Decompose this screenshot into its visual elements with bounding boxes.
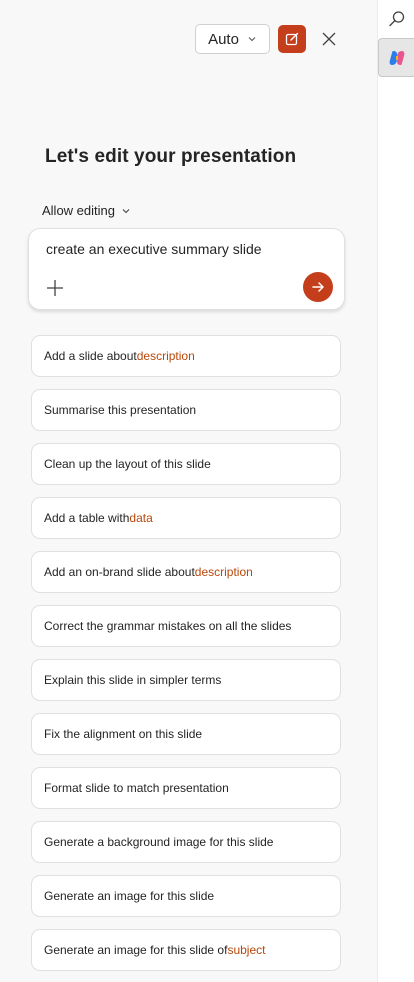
suggestion-chip[interactable]: Generate an image for this slide (31, 875, 341, 917)
suggestion-text: Clean up the layout of this slide (44, 457, 211, 471)
chevron-down-icon (248, 37, 256, 42)
suggestion-text: Generate a background image for this sli… (44, 835, 274, 849)
close-icon (322, 32, 336, 46)
suggestion-chip[interactable]: Correct the grammar mistakes on all the … (31, 605, 341, 647)
allow-editing-dropdown[interactable]: Allow editing (42, 203, 131, 218)
suggestion-placeholder: subject (227, 943, 266, 957)
compose-icon (285, 32, 299, 46)
suggestion-chip[interactable]: Explain this slide in simpler terms (31, 659, 341, 701)
suggestion-chip[interactable]: Fix the alignment on this slide (31, 713, 341, 755)
suggestion-text: Add an on-brand slide about (44, 565, 195, 579)
suggestion-chip[interactable]: Summarise this presentation (31, 389, 341, 431)
new-chat-button[interactable] (278, 25, 306, 53)
copilot-icon (389, 50, 405, 65)
suggestion-text: Fix the alignment on this slide (44, 727, 203, 741)
mode-dropdown[interactable]: Auto (195, 24, 270, 54)
chevron-down-icon (122, 208, 130, 213)
suggestion-chip[interactable]: Add a table with data (31, 497, 341, 539)
suggestion-chip[interactable]: Add an on-brand slide about description (31, 551, 341, 593)
suggestion-list: Add a slide about description Summarise … (31, 335, 341, 982)
suggestion-text: Add a table with (44, 511, 130, 525)
side-rail (377, 0, 414, 982)
prompt-input[interactable]: create an executive summary slide (46, 241, 262, 257)
page-title: Let's edit your presentation (45, 146, 297, 167)
suggestion-chip[interactable]: Add a slide about description (31, 335, 341, 377)
suggestion-chip[interactable]: Generate a background image for this sli… (31, 821, 341, 863)
suggestion-text: Format slide to match presentation (44, 781, 229, 795)
close-button[interactable] (318, 28, 340, 50)
mode-label: Auto (208, 30, 239, 48)
suggestion-placeholder: data (129, 511, 153, 525)
suggestion-text: Summarise this presentation (44, 403, 197, 417)
suggestion-text: Explain this slide in simpler terms (44, 673, 222, 687)
suggestion-text: Generate an image for this slide of (44, 943, 228, 957)
copilot-panel: Auto Let's edit your presentation Allow … (0, 0, 377, 982)
suggestion-chip[interactable]: Generate an image for this slide of subj… (31, 929, 341, 971)
plus-icon[interactable] (44, 277, 66, 299)
suggestion-text: Correct the grammar mistakes on all the … (44, 619, 292, 633)
prompt-composer[interactable]: create an executive summary slide (28, 228, 345, 310)
suggestion-chip[interactable]: Clean up the layout of this slide (31, 443, 341, 485)
send-button[interactable] (303, 272, 333, 302)
arrow-right-icon (312, 282, 324, 292)
search-icon[interactable] (387, 9, 407, 29)
suggestion-chip[interactable]: Format slide to match presentation (31, 767, 341, 809)
copilot-button[interactable] (378, 38, 414, 77)
suggestion-placeholder: description (136, 349, 195, 363)
suggestion-placeholder: description (194, 565, 253, 579)
suggestion-text: Generate an image for this slide (44, 889, 215, 903)
suggestion-text: Add a slide about (44, 349, 137, 363)
allow-editing-label: Allow editing (42, 203, 115, 218)
